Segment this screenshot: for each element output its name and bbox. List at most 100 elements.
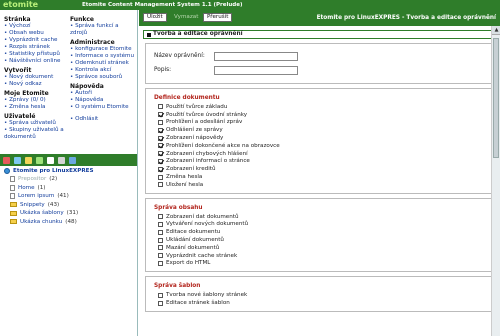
permission-label: Použití tvůrce základu [166,103,228,110]
permission-section: Správa šablon Tvorba nové šablony stránek… [145,276,496,312]
permission-checkbox[interactable] [158,127,163,133]
menu-item[interactable]: • Obsah webu [4,30,68,37]
folder-icon [10,202,17,208]
tree-node-label: Home [18,184,35,191]
tree-node[interactable]: Ukázka šablony (31) [0,209,137,218]
folder-icon [10,210,17,216]
permission-checkbox[interactable] [158,260,163,266]
action-bar: Uložit Vymazat Přerušit Etomite pro Linu… [139,10,500,26]
tree-node[interactable]: Home (1) [0,184,137,193]
menu-item[interactable]: • Statistiky přístupů [4,51,68,58]
permission-row: Zobrazení chybových hlášení [146,150,495,158]
menu-column-1: Stránka • Výchozí • Obsah webu • Vyprázdnit… [4,14,68,141]
permission-checkbox[interactable] [158,158,163,164]
expand-icon[interactable] [3,156,10,164]
description-row: Popis: [146,63,495,77]
menu-item[interactable]: • Návštěvníci online [4,58,68,65]
permission-checkbox[interactable] [158,229,163,235]
scroll-up-icon[interactable]: ▲ [492,26,500,35]
description-label: Popis: [154,67,172,73]
menu-item-label: Vyprázdnit cache [9,37,58,43]
permission-checkbox[interactable] [158,135,163,141]
permission-checkbox[interactable] [158,214,163,220]
delete-button[interactable]: Vymazat [170,13,203,22]
tree-root[interactable]: Etomite pro LinuxEXPRES [0,166,137,175]
tree-node-count: (43) [47,201,60,208]
menu-item[interactable]: • Správa funkcí a zdrojů [70,23,136,37]
menu-item[interactable]: • Správa uživatelů [4,120,68,127]
permission-sections: Definice dokumentu Použití tvůrce základu… [139,88,500,312]
globe-icon [4,168,10,174]
menu-section-title: Moje Etomite [4,90,49,97]
menu-section-title: Administrace [70,39,115,46]
menu-item-label: Správa uživatelů [9,120,56,126]
tree-node-count: (1) [37,184,46,191]
permission-checkbox[interactable] [158,237,163,243]
menu-item[interactable]: • Odemknutí stránek [70,60,136,67]
menu-item[interactable]: • Zprávy (0/ 0) [4,97,68,104]
menu-item[interactable]: • Informace o systému [70,53,136,60]
permission-section: Definice dokumentu Použití tvůrce základu… [145,88,496,194]
permission-checkbox[interactable] [158,151,163,157]
menu-column-2: Funkce • Správa funkcí a zdrojů Administra… [70,14,136,123]
tree-node[interactable]: Ukázka chunku (48) [0,218,137,227]
permission-checkbox[interactable] [158,300,163,306]
permission-label: Zobrazení dat dokumentů [166,213,239,220]
menu-item-label: O systému Etomite [75,104,129,110]
collapse-icon[interactable] [14,156,21,164]
permission-checkbox[interactable] [158,143,163,149]
name-label: Název oprávnění: [154,53,205,59]
permission-label: Zobrazení informací o stránce [166,158,250,165]
tree-node-label: Ukázka šablony [20,210,64,216]
permission-checkbox[interactable] [158,245,163,251]
permission-row: Změna hesla [146,173,495,181]
permission-checkbox[interactable] [158,119,163,125]
permission-checkbox[interactable] [158,174,163,180]
permission-checkbox[interactable] [158,104,163,110]
menu-item[interactable]: • Výchozí [4,23,68,30]
name-input[interactable] [214,51,298,61]
trash-icon[interactable] [58,156,65,164]
tree-node[interactable]: Lorem ipsum (41) [0,192,137,201]
menu-item[interactable]: • konfigurace Etomite [70,46,136,53]
menu-item[interactable]: • Nový dokument [4,74,68,81]
menu-item[interactable]: • Nový odkaz [4,81,68,88]
menu-item[interactable]: • Autoři [70,90,136,97]
new-document-icon[interactable] [25,156,32,164]
menu-item[interactable]: • Odhlásit [70,116,136,123]
menu-item[interactable]: • Vyprázdnit cache [4,37,68,44]
permission-checkbox[interactable] [158,112,163,118]
menu-item[interactable]: • Změna hesla [4,104,68,111]
vertical-scrollbar[interactable]: ▲ [491,26,500,336]
permission-checkbox[interactable] [158,221,163,227]
permission-checkbox[interactable] [158,182,163,188]
refresh-icon[interactable] [36,156,43,164]
folder-icon [10,219,17,225]
description-input[interactable] [214,65,298,75]
menu-item[interactable]: • Nápověda [70,97,136,104]
hide-tree-icon[interactable] [69,156,76,164]
menu-item[interactable]: • Skupiny uživatelů a dokumentů [4,127,68,141]
tree-node-label: Lorem ipsum [18,193,55,199]
scrollbar-thumb[interactable] [493,38,499,158]
save-button[interactable]: Uložit [143,13,167,22]
menu-item-label: Nový odkaz [9,81,42,87]
menu-item-label: Skupiny uživatelů a dokumentů [4,127,64,140]
permission-label: Zobrazení nápovědy [166,135,224,142]
menu-item[interactable]: • O systému Etomite [70,104,136,111]
permission-checkbox[interactable] [158,166,163,172]
permission-checkbox[interactable] [158,292,163,298]
menu-item[interactable]: • Rozpis stránek [4,44,68,51]
menu-item-label: Kontrola akcí [75,67,112,73]
menu-item[interactable]: • Správce souborů [70,74,136,81]
permission-label: Uložení hesla [166,181,204,188]
tree-node-count: (31) [66,210,79,216]
menu-item[interactable]: • Kontrola akcí [70,67,136,74]
sort-icon[interactable] [47,156,54,164]
permission-row: Vytváření nových dokumentů [146,221,495,229]
cancel-button[interactable]: Přerušit [203,13,233,22]
tree-node[interactable]: Prepositor (2) [0,175,137,184]
permission-checkbox[interactable] [158,253,163,259]
permission-row: Zobrazení informací o stránce [146,158,495,166]
tree-node[interactable]: Snippety (43) [0,201,137,210]
